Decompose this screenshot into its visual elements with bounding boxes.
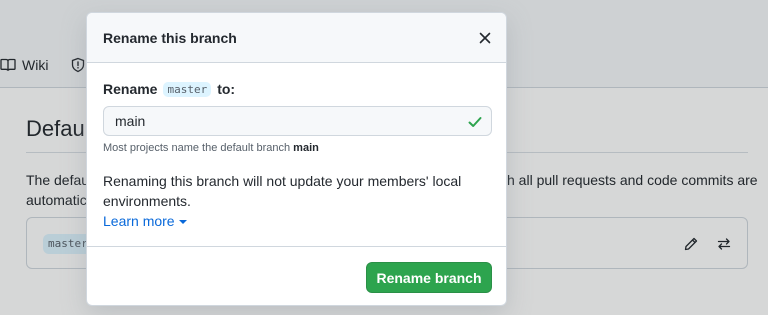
rename-warning: Renaming this branch will not update you… — [103, 171, 463, 231]
rename-branch-dialog: Rename this branch Rename master to: Mos… — [86, 12, 507, 306]
dialog-title: Rename this branch — [103, 30, 237, 46]
rename-label-suffix: to: — [217, 81, 236, 97]
rename-label-prefix: Rename — [103, 81, 158, 97]
dialog-footer: Rename branch — [87, 246, 506, 306]
close-icon — [479, 32, 491, 44]
learn-more-link[interactable]: Learn more — [103, 211, 187, 231]
caret-down-icon — [178, 220, 187, 224]
hint-branch-name: main — [293, 142, 319, 154]
hint-text: Most projects name the default branch — [103, 142, 291, 154]
dialog-body: Rename master to: Most projects name the… — [103, 79, 492, 231]
close-button[interactable] — [474, 27, 496, 49]
new-branch-input-wrapper — [103, 106, 492, 136]
warning-text: Renaming this branch will not update you… — [103, 173, 462, 209]
current-branch-name: master — [163, 81, 212, 97]
dialog-header: Rename this branch — [87, 13, 506, 63]
rename-branch-button[interactable]: Rename branch — [366, 262, 492, 293]
learn-more-label: Learn more — [103, 213, 175, 229]
check-icon — [468, 117, 482, 127]
new-branch-name-input[interactable] — [104, 107, 491, 135]
rename-label: Rename master to: — [103, 79, 492, 99]
default-branch-hint: Most projects name the default branch ma… — [103, 142, 492, 154]
